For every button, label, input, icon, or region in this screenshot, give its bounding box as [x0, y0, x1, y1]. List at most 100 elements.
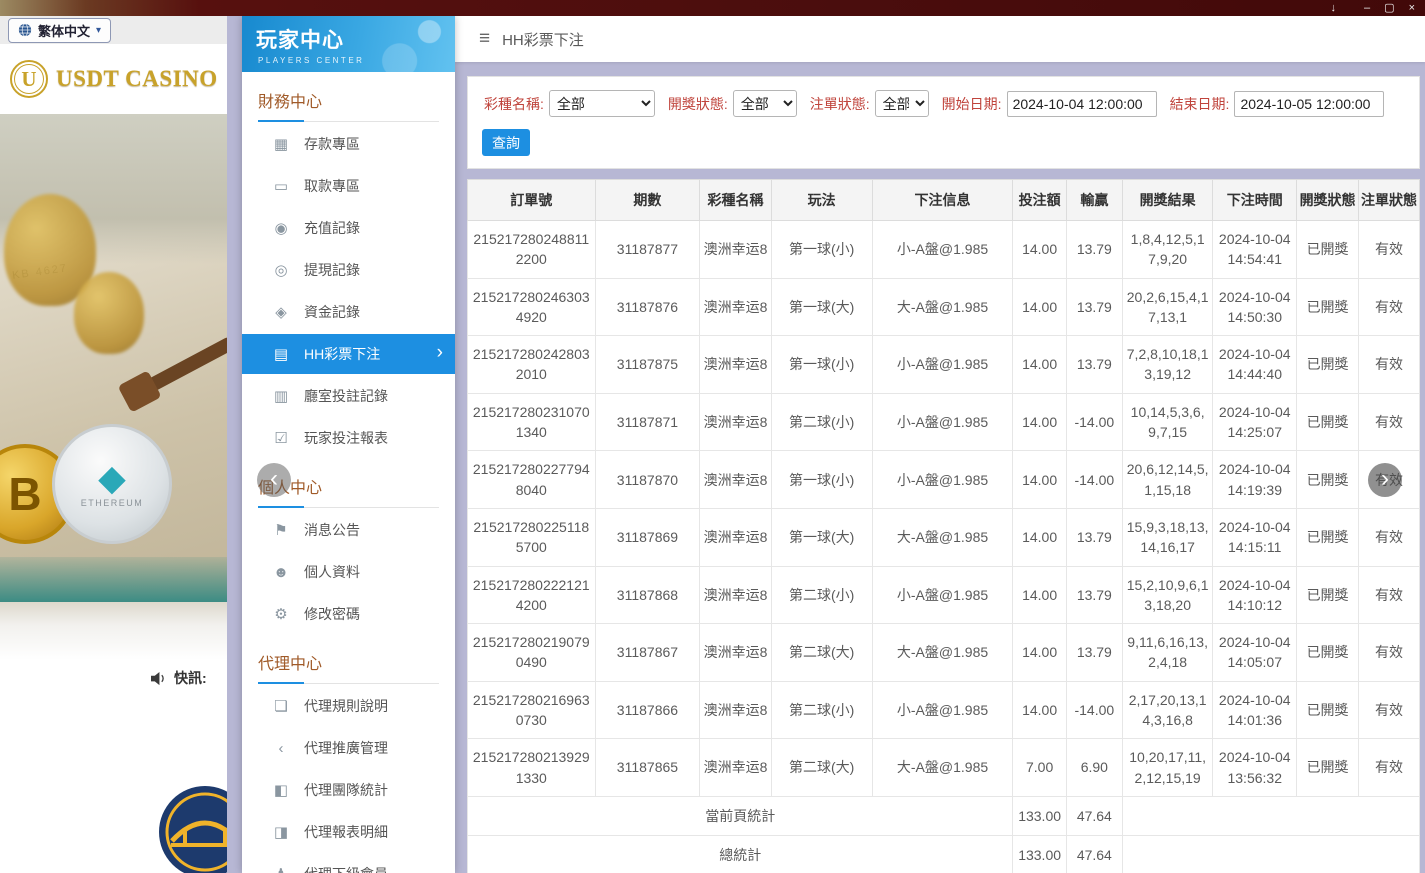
sidebar-item-profile[interactable]: ☻個人資料 — [242, 552, 455, 592]
cell-win-loss: 13.79 — [1066, 566, 1122, 624]
cell-draw-result: 2,17,20,13,14,3,16,8 — [1122, 681, 1212, 739]
cell-order-no: 2152172802463034920 — [468, 278, 596, 336]
cell-bet-info: 大-A盤@1.985 — [872, 508, 1013, 566]
lottery-select[interactable]: 全部 — [549, 90, 655, 117]
cell-bet-amount: 14.00 — [1013, 508, 1066, 566]
table-row: 215217280248811220031187877澳洲幸运8第一球(小)小-… — [468, 221, 1420, 279]
column-header-play-type: 玩法 — [771, 180, 872, 221]
summary-label: 總統計 — [468, 836, 1013, 873]
sidebar-item-funds-records[interactable]: ◈資金記錄 — [242, 292, 455, 332]
table-row: 215217280219079049031187867澳洲幸运8第二球(大)大-… — [468, 624, 1420, 682]
sidebar-item-label: 代理規則說明 — [304, 696, 388, 716]
cell-play-type: 第二球(小) — [771, 566, 872, 624]
menu-section-label: 代理中心 — [258, 656, 322, 673]
cell-period: 31187865 — [595, 739, 700, 797]
sidebar-item-agent-report-detail[interactable]: ◨代理報表明細 — [242, 812, 455, 852]
column-header-order-no: 訂單號 — [468, 180, 596, 221]
sidebar-item-agent-rules[interactable]: ❏代理規則說明 — [242, 686, 455, 726]
summary-bet-total: 133.00 — [1013, 836, 1066, 873]
section-underline — [258, 506, 304, 508]
cell-bet-info: 小-A盤@1.985 — [872, 681, 1013, 739]
sidebar-item-announcements[interactable]: ⚑消息公告 — [242, 510, 455, 550]
carousel-prev-button[interactable]: ‹ — [257, 463, 291, 497]
sidebar-item-player-bet-report[interactable]: ☑玩家投注報表 — [242, 418, 455, 458]
cell-draw-result: 15,9,3,18,13,14,16,17 — [1122, 508, 1212, 566]
menu-section-title: 代理中心 — [258, 650, 439, 684]
download-icon[interactable]: ↓ — [1331, 3, 1337, 14]
cell-win-loss: 13.79 — [1066, 508, 1122, 566]
cell-order-status: 有效 — [1359, 681, 1420, 739]
language-label: 繁体中文 — [38, 21, 90, 40]
hamburger-icon[interactable]: ≡ — [479, 28, 490, 50]
news-label: 快訊: — [174, 668, 207, 688]
cell-bet-info: 小-A盤@1.985 — [872, 393, 1013, 451]
sidebar-item-change-password[interactable]: ⚙修改密碼 — [242, 594, 455, 634]
logo-monogram: U — [10, 60, 48, 98]
cell-bet-amount: 14.00 — [1013, 393, 1066, 451]
table-body: 215217280248811220031187877澳洲幸运8第一球(小)小-… — [468, 221, 1420, 873]
sidebar-item-agent-downline[interactable]: ♟代理下級會員 — [242, 854, 455, 873]
sidebar-item-agent-promotion[interactable]: ‹代理推廣管理 — [242, 728, 455, 768]
page-title: HH彩票下注 — [502, 29, 584, 50]
cell-win-loss: 13.79 — [1066, 624, 1122, 682]
draw-status-select[interactable]: 全部 — [733, 90, 797, 117]
end-date-label: 結束日期: — [1170, 94, 1230, 114]
ethereum-diamond-icon: ◆ — [98, 460, 126, 496]
cell-bet-info: 大-A盤@1.985 — [872, 624, 1013, 682]
sidebar-item-hh-lottery-bets[interactable]: ▤HH彩票下注› — [242, 334, 455, 374]
sidebar-item-withdraw-records[interactable]: ◎提現記錄 — [242, 250, 455, 290]
bets-table-element: 訂單號期數彩種名稱玩法下注信息投注額輸贏開獎結果下注時間開獎狀態注單狀態 215… — [467, 179, 1420, 873]
sidebar-item-room-bet-records[interactable]: ▥廳室投註記錄 — [242, 376, 455, 416]
cell-play-type: 第一球(小) — [771, 336, 872, 394]
section-underline — [258, 682, 304, 684]
order-status-select[interactable]: 全部 — [875, 90, 929, 117]
language-selector[interactable]: 繁体中文 ▾ — [8, 18, 111, 43]
cell-win-loss: -14.00 — [1066, 681, 1122, 739]
sidebar-item-label: 代理報表明細 — [304, 822, 388, 842]
cell-bet-amount: 14.00 — [1013, 624, 1066, 682]
cell-lottery-name: 澳洲幸运8 — [700, 624, 771, 682]
sidebar-item-label: 消息公告 — [304, 520, 360, 540]
sidebar-item-withdraw-area[interactable]: ▭取款專區 — [242, 166, 455, 206]
cell-period: 31187871 — [595, 393, 700, 451]
cell-period: 31187875 — [595, 336, 700, 394]
table-row: 215217280242803201031187875澳洲幸运8第一球(小)小-… — [468, 336, 1420, 394]
gear-icon: ⚙ — [272, 605, 290, 623]
carousel-next-button[interactable]: › — [1368, 463, 1402, 497]
cell-play-type: 第一球(小) — [771, 221, 872, 279]
summary-winloss-total: 47.64 — [1066, 796, 1122, 835]
close-button[interactable]: × — [1409, 3, 1415, 14]
sidebar-item-agent-team-stats[interactable]: ◧代理團隊統計 — [242, 770, 455, 810]
summary-label: 當前頁統計 — [468, 796, 1013, 835]
logo-text: USDT CASINO — [56, 66, 218, 92]
cell-bet-time: 2024-10-04 13:56:32 — [1213, 739, 1297, 797]
sidebar-item-label: HH彩票下注 — [304, 344, 380, 364]
cell-bet-time: 2024-10-04 14:25:07 — [1213, 393, 1297, 451]
cell-bet-amount: 14.00 — [1013, 221, 1066, 279]
cell-bet-amount: 7.00 — [1013, 739, 1066, 797]
order-status-label: 注單狀態: — [810, 94, 870, 114]
cell-draw-result: 10,20,17,11,2,12,15,19 — [1122, 739, 1212, 797]
end-date-input[interactable] — [1234, 91, 1384, 117]
cell-period: 31187868 — [595, 566, 700, 624]
table-row: 215217280225118570031187869澳洲幸运8第一球(大)大-… — [468, 508, 1420, 566]
cell-win-loss: -14.00 — [1066, 451, 1122, 509]
water-decoration — [0, 557, 227, 602]
query-button[interactable]: 查詢 — [482, 129, 530, 156]
summary-row: 當前頁統計133.0047.64 — [468, 796, 1420, 835]
column-header-bet-amount: 投注額 — [1013, 180, 1066, 221]
sidebar-item-recharge-records[interactable]: ◉充值記錄 — [242, 208, 455, 248]
start-date-input[interactable] — [1007, 91, 1157, 117]
cell-draw-result: 15,2,10,9,6,13,18,20 — [1122, 566, 1212, 624]
cell-draw-status: 已開獎 — [1297, 451, 1359, 509]
maximize-button[interactable]: ▢ — [1384, 3, 1394, 14]
site-logo[interactable]: U USDT CASINO — [0, 44, 227, 114]
cell-play-type: 第一球(大) — [771, 278, 872, 336]
cell-order-no: 2152172802428032010 — [468, 336, 596, 394]
cell-lottery-name: 澳洲幸运8 — [700, 508, 771, 566]
minimize-button[interactable]: – — [1364, 3, 1370, 14]
team-logo — [158, 785, 227, 873]
user-icon: ☻ — [272, 564, 290, 581]
sidebar-item-deposit-area[interactable]: ▦存款專區 — [242, 124, 455, 164]
ethereum-label: ETHEREUM — [81, 498, 144, 508]
